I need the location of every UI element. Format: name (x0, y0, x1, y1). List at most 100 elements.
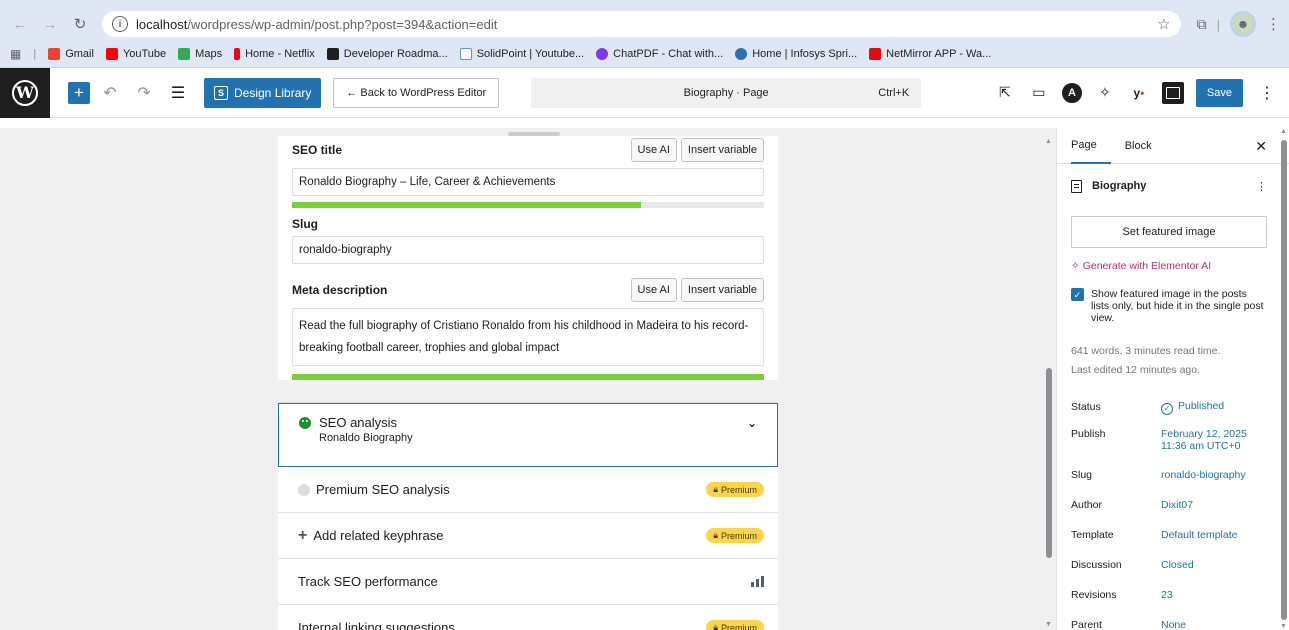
tab-block[interactable]: Block (1125, 128, 1166, 164)
gmail-icon (48, 47, 61, 60)
scroll-up-icon[interactable]: ▲ (1045, 138, 1052, 145)
back-to-editor-button[interactable]: ← Back to WordPress Editor (333, 77, 500, 108)
seo-title-insert-variable-button[interactable]: Insert variable (680, 138, 764, 162)
meta-description-input[interactable]: Read the full biography of Cristiano Ron… (292, 308, 764, 366)
youtube-icon (105, 47, 118, 60)
reload-icon[interactable]: ↻ (68, 12, 92, 36)
undo-icon[interactable]: ↶ (96, 79, 124, 107)
slug-input[interactable]: ronaldo-biography (292, 236, 764, 264)
editor-canvas: SEO title Use AI Insert variable Ronaldo… (0, 128, 1057, 630)
last-edited: Last edited 12 minutes ago. (1071, 364, 1201, 376)
set-featured-image-button[interactable]: Set featured image (1071, 216, 1267, 248)
slug-value[interactable]: ronaldo-biography (1161, 469, 1246, 481)
checkbox-checked-icon[interactable]: ✓ (1071, 288, 1084, 301)
scroll-up-icon[interactable]: ▲ (1280, 128, 1287, 135)
discussion-value[interactable]: Closed (1161, 559, 1194, 571)
slug-label: Slug (292, 217, 318, 231)
netmirror-icon (869, 47, 882, 60)
apps-grid-icon[interactable]: ▦ (10, 47, 21, 61)
save-button[interactable]: Save (1195, 78, 1243, 107)
bookmark-solidpoint[interactable]: SolidPoint | Youtube... (459, 47, 584, 60)
canvas-scrollbar[interactable]: ▲ ▼ (1044, 138, 1054, 628)
lock-icon: 🔒︎ (713, 484, 718, 494)
bookmark-star-icon[interactable]: ☆ (1157, 15, 1170, 33)
internal-linking-section[interactable]: Internal linking suggestions 🔒︎ Premium (278, 605, 778, 630)
template-value[interactable]: Default template (1161, 529, 1237, 541)
parent-value[interactable]: None (1161, 619, 1186, 630)
astra-icon[interactable]: A (1061, 82, 1082, 103)
chatpdf-icon (596, 47, 609, 60)
bookmark-maps[interactable]: Maps (178, 47, 222, 60)
sidebar-scroll-thumb[interactable] (1281, 140, 1287, 620)
track-seo-performance-section[interactable]: Track SEO performance (278, 559, 778, 605)
yoast-icon[interactable]: y • (1128, 82, 1150, 104)
browser-address-row: ← → ↻ i localhost/wordpress/wp-admin/pos… (0, 8, 1289, 40)
sidebar-scrollbar[interactable]: ▲ ▼ (1279, 128, 1289, 630)
site-info-icon[interactable]: i (112, 16, 128, 32)
publish-label: Publish (1071, 428, 1106, 440)
document-overview-icon[interactable]: ☰ (164, 79, 192, 107)
generate-elementor-ai-link[interactable]: ✧ Generate with Elementor AI (1071, 260, 1267, 272)
editor-workspace: SEO title Use AI Insert variable Ronaldo… (0, 128, 1289, 630)
document-summary: Biography ⋮ (1071, 164, 1267, 208)
internal-linking-title: Internal linking suggestions (298, 620, 455, 630)
command-palette-bar[interactable]: Biography · Page Ctrl+K (531, 77, 922, 108)
post-meta-table: Status ✓ Published Publish February 12, 2… (1071, 392, 1267, 630)
close-icon[interactable]: ✕ (1255, 138, 1267, 155)
good-score-icon (299, 416, 311, 429)
back-arrow-icon[interactable]: ← (8, 12, 32, 36)
seo-title-use-ai-button[interactable]: Use AI (630, 138, 677, 162)
bookmarks-bar: ▦ | Gmail YouTube Maps Home - Netflix De… (0, 40, 1289, 68)
profile-avatar[interactable]: ☻ (1230, 11, 1256, 37)
bookmark-youtube[interactable]: YouTube (105, 47, 166, 60)
canvas-scroll-thumb[interactable] (1046, 368, 1052, 558)
settings-panel-toggle-icon[interactable] (1161, 81, 1184, 104)
seo-analysis-section[interactable]: SEO analysis ⌄ Ronaldo Biography (278, 403, 778, 467)
add-related-keyphrase-section[interactable]: + Add related keyphrase 🔒︎ Premium (278, 513, 778, 559)
tab-page[interactable]: Page (1071, 128, 1111, 164)
wordpress-logo[interactable]: W (0, 67, 50, 118)
status-value[interactable]: ✓ Published (1161, 400, 1224, 415)
revisions-value[interactable]: 23 (1161, 589, 1173, 601)
score-placeholder-icon (298, 483, 310, 496)
bookmark-chatpdf[interactable]: ChatPDF - Chat with... (596, 47, 723, 60)
scroll-down-icon[interactable]: ▼ (1280, 623, 1287, 630)
lock-icon: 🔒︎ (713, 622, 718, 630)
publish-date-value[interactable]: February 12, 2025 11:36 am UTC+0 (1161, 428, 1247, 452)
address-bar[interactable]: i localhost/wordpress/wp-admin/post.php?… (102, 11, 1181, 37)
revisions-label: Revisions (1071, 589, 1117, 601)
author-value[interactable]: Dixit07 (1161, 499, 1193, 511)
bookmark-gmail[interactable]: Gmail (48, 47, 94, 60)
document-title: Biography · Page (683, 86, 769, 99)
design-library-button[interactable]: S Design Library (204, 77, 322, 108)
slug-label: Slug (1071, 469, 1093, 481)
device-preview-icon[interactable]: ▭ (1028, 82, 1050, 104)
meta-insert-variable-button[interactable]: Insert variable (680, 278, 764, 302)
document-name: Biography (1092, 180, 1147, 192)
bookmark-infosys[interactable]: Home | Infosys Spri... (735, 47, 857, 60)
bookmark-netmirror[interactable]: NetMirror APP - Wa... (869, 47, 991, 60)
bookmark-roadmap[interactable]: Developer Roadma... (326, 47, 448, 60)
featured-image-option[interactable]: ✓ Show featured image in the posts lists… (1071, 288, 1267, 324)
redo-icon[interactable]: ↷ (130, 79, 158, 107)
page-icon (1071, 179, 1082, 193)
lock-icon: 🔒︎ (713, 530, 718, 540)
block-inserter-button[interactable]: + (68, 81, 90, 104)
seo-title-input[interactable]: Ronaldo Biography – Life, Career & Achie… (292, 168, 764, 196)
ai-sparkle-icon[interactable]: ✧ (1094, 82, 1116, 104)
meta-use-ai-button[interactable]: Use AI (630, 278, 677, 302)
external-view-icon[interactable]: ⇱ (994, 82, 1016, 104)
author-label: Author (1071, 499, 1102, 511)
scroll-down-icon[interactable]: ▼ (1045, 621, 1052, 628)
roadmap-icon (326, 47, 339, 60)
options-menu-icon[interactable]: ⋮ (1255, 83, 1279, 103)
seo-title-progress (292, 202, 764, 208)
published-check-icon: ✓ (1161, 402, 1173, 415)
bookmark-netflix[interactable]: Home - Netflix (234, 47, 315, 60)
premium-seo-analysis-section[interactable]: Premium SEO analysis 🔒︎ Premium (278, 467, 778, 513)
divider: | (33, 47, 37, 60)
forward-arrow-icon[interactable]: → (38, 12, 62, 36)
document-actions-icon[interactable]: ⋮ (1256, 180, 1267, 193)
extensions-icon[interactable]: ⧉ (1197, 16, 1207, 33)
chrome-menu-icon[interactable]: ⋮ (1266, 15, 1281, 33)
